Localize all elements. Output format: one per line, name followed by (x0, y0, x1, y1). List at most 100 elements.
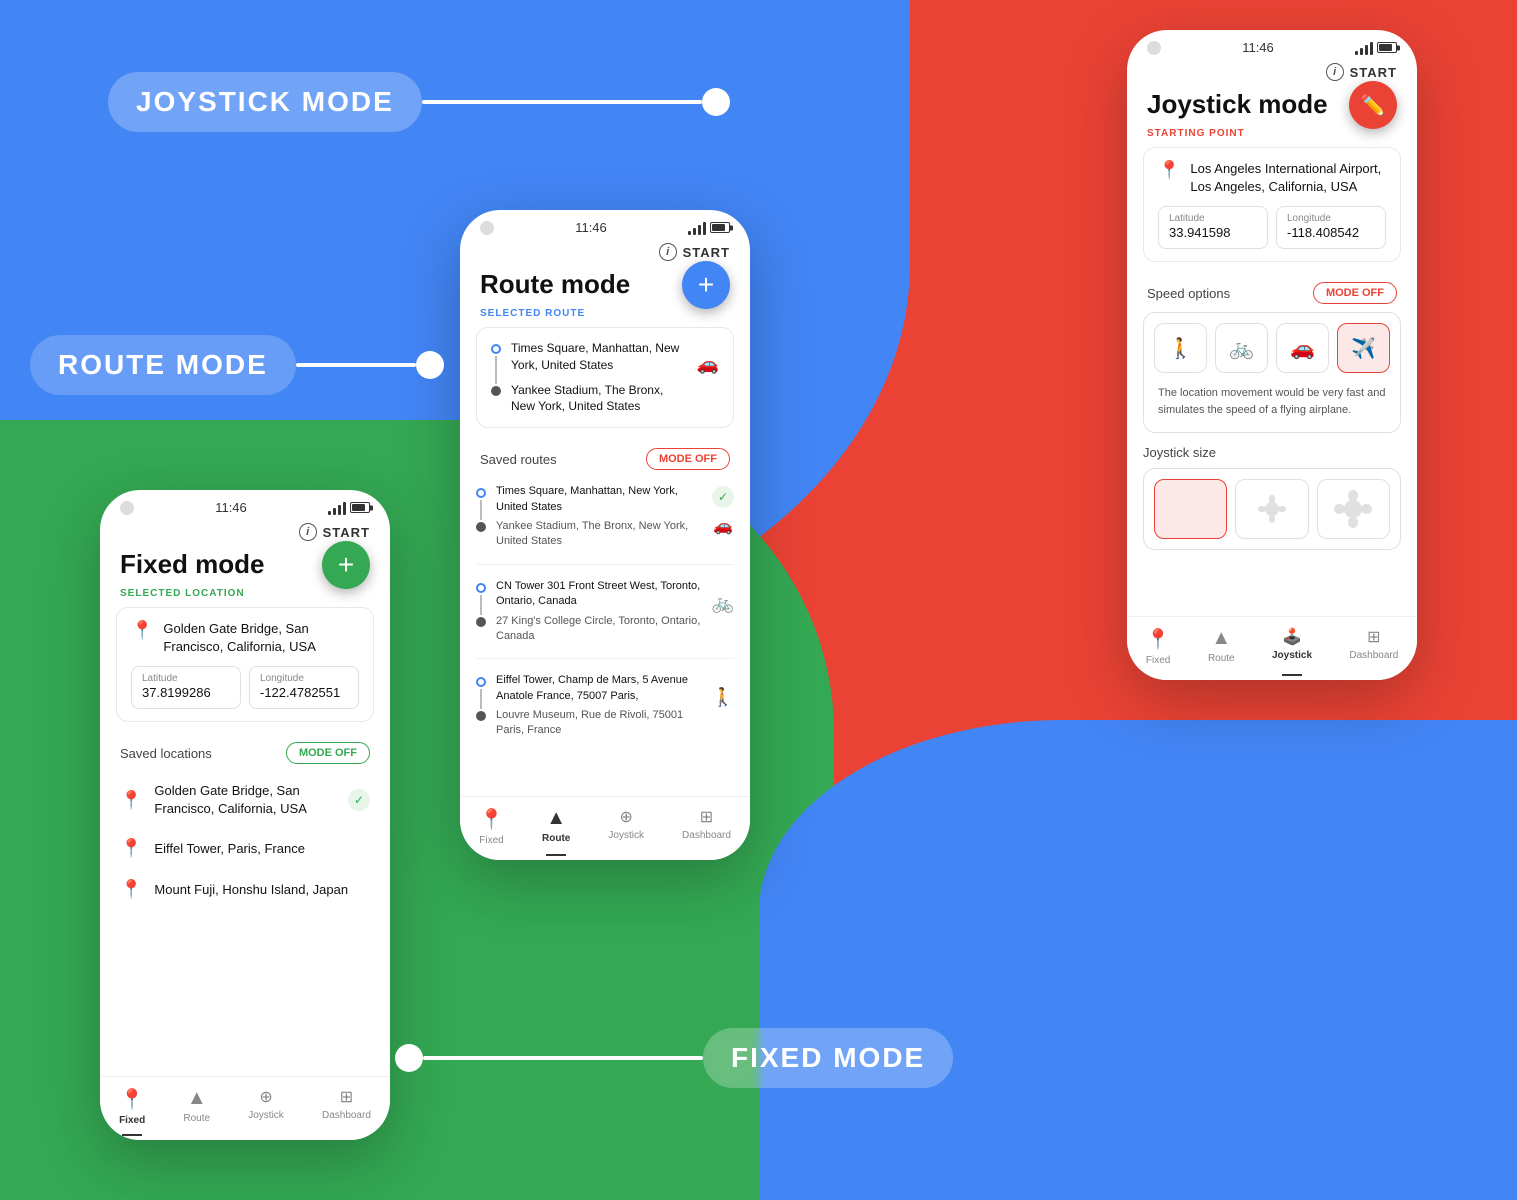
fixed-location-pin-icon: 📍 (131, 620, 153, 641)
joystick-nav-bar: 📍 Fixed ▲ Route 🕹️ Joystick ⊞ Dashboard (1127, 616, 1417, 680)
joystick-mode-dot (702, 88, 730, 116)
route-mode-line (296, 363, 416, 367)
route-walk-3: 🚶 (712, 687, 734, 708)
route-mode-off-btn[interactable]: MODE OFF (646, 448, 730, 470)
joystick-speed-options: 🚶 🚲 🚗 ✈️ (1154, 323, 1390, 381)
joystick-location-card: 📍 Los Angeles International Airport, Los… (1143, 147, 1401, 262)
fixed-nav-route[interactable]: ▲ Route (183, 1087, 210, 1126)
fixed-info-icon[interactable]: i (299, 523, 317, 541)
joystick-starting-label: STARTING POINT (1127, 128, 1417, 147)
fixed-nav-joystick[interactable]: ⊕ Joystick (248, 1087, 284, 1126)
route-mode-label: ROUTE MODE (30, 335, 444, 395)
fixed-mode-dot (395, 1044, 423, 1072)
fixed-start-btn[interactable]: START (323, 525, 370, 540)
fixed-location-text: Golden Gate Bridge, San Francisco, Calif… (163, 620, 359, 656)
fixed-mode-label: FIXED MODE (395, 1028, 953, 1088)
bg-blue-bottom (759, 720, 1517, 1200)
joystick-nav-joystick[interactable]: 🕹️ Joystick (1272, 627, 1312, 666)
route-saved-2-to: 27 King's College Circle, Toronto, Ontar… (496, 614, 702, 645)
phone-fixed: 11:46 i START Fixed mode + SELECTED LOCA… (100, 490, 390, 1140)
joystick-title-row: Joystick mode ✏️ (1127, 89, 1417, 128)
joystick-nav-route[interactable]: ▲ Route (1208, 627, 1235, 666)
joystick-status-icons (1355, 41, 1397, 55)
joystick-pin-icon: 📍 (1158, 160, 1180, 181)
joystick-size-medium[interactable] (1235, 479, 1308, 539)
joystick-nav-dashboard[interactable]: ⊞ Dashboard (1349, 627, 1398, 666)
joystick-edit-fab[interactable]: ✏️ (1349, 81, 1397, 129)
fixed-saved-1[interactable]: 📍 Golden Gate Bridge, San Francisco, Cal… (100, 772, 390, 828)
route-nav-fixed[interactable]: 📍 Fixed (479, 807, 504, 846)
joystick-lon-box: Longitude -118.408542 (1276, 206, 1386, 249)
route-info-icon[interactable]: i (659, 243, 677, 261)
fixed-fab[interactable]: + (322, 541, 370, 589)
speed-plane[interactable]: ✈️ (1337, 323, 1390, 373)
fixed-lon-value: -122.4782551 (260, 685, 340, 700)
route-saved-3-from: Eiffel Tower, Champ de Mars, 5 Avenue An… (496, 673, 702, 704)
fixed-nav-dashboard[interactable]: ⊞ Dashboard (322, 1087, 371, 1126)
fixed-title-row: Fixed mode + (100, 549, 390, 588)
fixed-saved-3-text: Mount Fuji, Honshu Island, Japan (154, 881, 370, 899)
fixed-location-card: 📍 Golden Gate Bridge, San Francisco, Cal… (116, 607, 374, 722)
joystick-info-icon[interactable]: i (1326, 63, 1344, 81)
fixed-status-time: 11:46 (215, 500, 247, 515)
joystick-status-bar: 11:46 (1127, 30, 1417, 59)
fixed-lat-value: 37.8199286 (142, 685, 211, 700)
joystick-mode-line (422, 100, 702, 104)
route-to: Yankee Stadium, The Bronx, New York, Uni… (511, 382, 687, 416)
route-saved-2[interactable]: CN Tower 301 Front Street West, Toronto,… (460, 573, 750, 651)
route-saved-header: Saved routes MODE OFF (460, 440, 750, 478)
fixed-coords: Latitude 37.8199286 Longitude -122.47825… (131, 666, 359, 709)
fixed-check-1: ✓ (348, 789, 370, 811)
route-saved-1[interactable]: Times Square, Manhattan, New York, Unite… (460, 478, 750, 556)
route-saved-label: Saved routes (480, 452, 557, 467)
fixed-saved-label: Saved locations (120, 746, 212, 761)
route-mode-dot (416, 351, 444, 379)
phone-joystick: 11:46 i START Joystick mode ✏️ STARTING … (1127, 30, 1417, 680)
fixed-status-bar: 11:46 (100, 490, 390, 519)
route-status-bar: 11:46 (460, 210, 750, 239)
route-car-icon: 🚗 (697, 354, 719, 375)
fixed-saved-1-icon: 📍 (120, 790, 142, 811)
route-saved-1-to: Yankee Stadium, The Bronx, New York, Uni… (496, 519, 702, 550)
route-saved-2-from: CN Tower 301 Front Street West, Toronto,… (496, 579, 702, 610)
joystick-speed-header: Speed options MODE OFF (1127, 274, 1417, 312)
route-mode-pill: ROUTE MODE (30, 335, 296, 395)
route-nav-dashboard[interactable]: ⊞ Dashboard (682, 807, 731, 846)
route-saved-3[interactable]: Eiffel Tower, Champ de Mars, 5 Avenue An… (460, 667, 750, 745)
route-nav-route[interactable]: ▲ Route (542, 807, 570, 846)
fixed-saved-2[interactable]: 📍 Eiffel Tower, Paris, France (100, 828, 390, 869)
fixed-lat-box: Latitude 37.8199286 (131, 666, 241, 709)
route-nav-joystick[interactable]: ⊕ Joystick (608, 807, 644, 846)
speed-car[interactable]: 🚗 (1276, 323, 1329, 373)
joystick-start-btn[interactable]: START (1350, 65, 1397, 80)
fixed-selected-label: SELECTED LOCATION (100, 588, 390, 607)
route-bike-2: 🚲 (712, 593, 734, 614)
fixed-mode-line (423, 1056, 703, 1060)
fixed-location-row: 📍 Golden Gate Bridge, San Francisco, Cal… (131, 620, 359, 656)
speed-bike[interactable]: 🚲 (1215, 323, 1268, 373)
route-status-time: 11:46 (575, 220, 607, 235)
joystick-mode-off-btn[interactable]: MODE OFF (1313, 282, 1397, 304)
fixed-saved-2-icon: 📍 (120, 838, 142, 859)
joystick-speed-card: 🚶 🚲 🚗 ✈️ The location movement would be … (1143, 312, 1401, 433)
route-selected-label: SELECTED ROUTE (460, 308, 750, 327)
joystick-size-large[interactable] (1317, 479, 1390, 539)
joystick-nav-fixed[interactable]: 📍 Fixed (1146, 627, 1171, 666)
fixed-lon-label: Longitude (260, 673, 348, 684)
joystick-lat-label: Latitude (1169, 213, 1257, 224)
joystick-lat-box: Latitude 33.941598 (1158, 206, 1268, 249)
joystick-location-text: Los Angeles International Airport, Los A… (1190, 160, 1386, 196)
route-start-btn[interactable]: START (683, 245, 730, 260)
route-saved-3-to: Louvre Museum, Rue de Rivoli, 75001 Pari… (496, 708, 702, 739)
fixed-mode-off-btn[interactable]: MODE OFF (286, 742, 370, 764)
route-from: Times Square, Manhattan, New York, Unite… (511, 340, 687, 374)
route-check-1: ✓ (712, 486, 734, 508)
joystick-lon-label: Longitude (1287, 213, 1375, 224)
fixed-nav-fixed[interactable]: 📍 Fixed (119, 1087, 145, 1126)
speed-walk[interactable]: 🚶 (1154, 323, 1207, 373)
joystick-speed-desc: The location movement would be very fast… (1154, 381, 1390, 422)
route-fab[interactable]: + (682, 261, 730, 309)
joystick-speed-label: Speed options (1147, 286, 1230, 301)
joystick-size-small[interactable] (1154, 479, 1227, 539)
fixed-saved-3[interactable]: 📍 Mount Fuji, Honshu Island, Japan (100, 869, 390, 910)
